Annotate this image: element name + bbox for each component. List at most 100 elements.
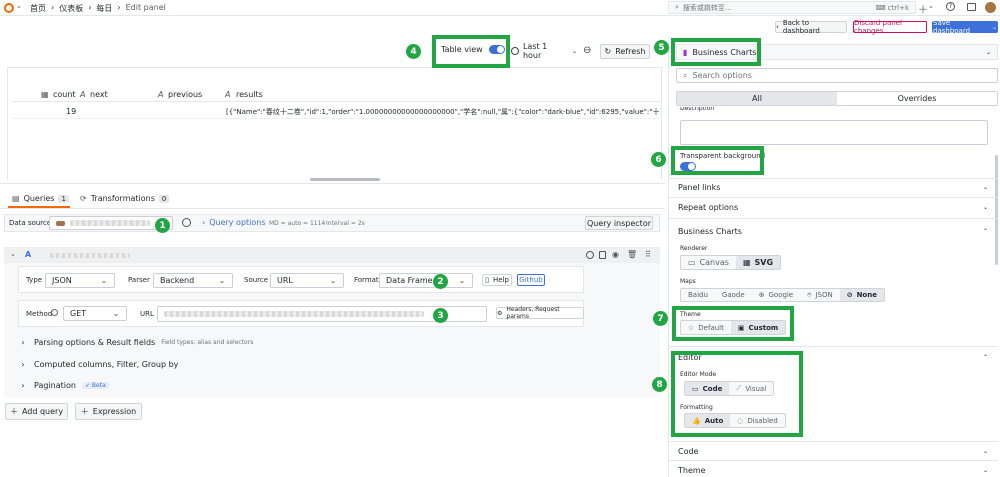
breadcrumb-separator: › — [51, 3, 55, 12]
query-inspector-button[interactable]: Query inspector — [585, 216, 653, 230]
editor-mode-label: Editor Mode — [680, 371, 717, 378]
maps-google-option[interactable]: ⊕ Google — [752, 289, 801, 301]
theme-section[interactable]: Theme ⌄ — [678, 466, 988, 475]
add-query-button[interactable]: ＋ Add query — [5, 403, 68, 420]
type-label: Type — [26, 276, 43, 284]
refresh-button[interactable]: ↻ Refresh — [600, 44, 650, 59]
breadcrumb-daily[interactable]: 每日 — [96, 3, 112, 14]
datasource-help-icon[interactable] — [182, 218, 191, 227]
pagination-row[interactable]: › Pagination ➶ Beta — [18, 377, 656, 393]
description-label: Description — [680, 107, 715, 112]
tab-overrides[interactable]: Overrides — [837, 92, 997, 105]
breadcrumb-dashboards[interactable]: 仪表板 — [59, 3, 83, 14]
help-button[interactable]: ▯ Help — [482, 274, 512, 286]
column-header-count[interactable]: count — [53, 90, 76, 99]
format-select[interactable]: Data Frame ⌄ — [379, 273, 473, 288]
formatting-disabled-option[interactable]: ◌ Disabled — [730, 414, 785, 427]
table-view-switch[interactable] — [488, 45, 505, 54]
user-avatar[interactable] — [985, 2, 996, 13]
table-view-toggle[interactable]: Table view — [441, 45, 505, 54]
maps-gaode-option[interactable]: Gaode — [715, 289, 752, 301]
business-charts-section[interactable]: Business Charts ⌃ — [678, 227, 988, 236]
tab-all[interactable]: All — [677, 92, 837, 105]
news-icon[interactable] — [967, 3, 976, 11]
collapse-chevron-icon[interactable]: ⌄ — [10, 250, 16, 258]
search-icon: ⌕ — [675, 3, 679, 11]
add-expression-button[interactable]: ＋ Expression — [75, 403, 142, 420]
headers-request-params-button[interactable]: ⚙ Headers, Request params — [496, 306, 584, 320]
repeat-options-section[interactable]: Repeat options ⌄ — [678, 203, 988, 212]
maps-json-option[interactable]: ⌾ JSON — [800, 289, 839, 301]
parsing-options-label: Parsing options & Result fields — [34, 337, 156, 347]
ban-icon: ⊘ — [846, 291, 853, 299]
zoom-out-icon[interactable]: ⊖ — [583, 45, 591, 56]
chevron-down-icon: ⌄ — [982, 467, 988, 474]
search-options-input[interactable]: ⌕ Search options — [676, 68, 998, 83]
duplicate-query-icon[interactable] — [599, 251, 606, 259]
query-options-label: Query options — [209, 218, 266, 227]
horizontal-scrollbar[interactable] — [310, 178, 380, 181]
editor-mode-code-option[interactable]: ▭ Code — [685, 382, 730, 395]
tab-transformations[interactable]: ⟳ Transformations 0 — [80, 194, 170, 203]
datasource-label: Data source — [9, 219, 52, 227]
query-ref-name[interactable]: A — [25, 250, 31, 259]
chevron-down-icon: ⌄ — [100, 276, 108, 285]
chevron-down-icon: ⌄ — [982, 204, 988, 211]
column-header-next[interactable]: next — [90, 90, 108, 99]
description-textarea[interactable] — [680, 120, 988, 145]
theme-custom-option[interactable]: ▣ Custom — [730, 321, 786, 334]
query-help-icon[interactable] — [586, 251, 594, 259]
drag-handle-icon[interactable]: ⠿ — [645, 250, 651, 259]
refresh-icon: ↻ — [604, 47, 612, 56]
type-select[interactable]: JSON ⌄ — [45, 273, 115, 288]
global-search-input[interactable]: ⌕ 搜索或跳转至... ⌨ ctrl+k — [668, 1, 916, 14]
annotation-badge-1: 1 — [155, 218, 170, 233]
breadcrumb-home[interactable]: 首页 — [30, 3, 46, 14]
column-header-previous[interactable]: previous — [168, 90, 202, 99]
query-options-toggle[interactable]: › Query options — [202, 218, 266, 227]
panel-links-section[interactable]: Panel links ⌄ — [678, 183, 988, 192]
formatting-auto-option[interactable]: 👍 Auto — [685, 414, 731, 427]
options-scrollbar[interactable] — [995, 155, 998, 265]
theme-default-option[interactable]: ☆ Default — [681, 321, 731, 334]
breadcrumb-separator: › — [117, 3, 121, 12]
renderer-canvas-option[interactable]: ▭ Canvas — [681, 256, 736, 269]
preview-resize-divider[interactable] — [0, 183, 665, 184]
discard-changes-button[interactable]: Discard panel changes — [853, 19, 927, 35]
back-to-dashboard-button[interactable]: ‹ Back to dashboard — [775, 19, 847, 35]
renderer-svg-option[interactable]: ▦ SVG — [735, 256, 781, 269]
github-button[interactable]: Github — [517, 274, 545, 286]
maps-none-option[interactable]: ⊘ None — [839, 289, 884, 301]
maps-baidu-option[interactable]: Baidu — [681, 289, 715, 301]
beta-label: Beta — [91, 381, 106, 389]
chevron-down-icon: ⌄ — [218, 276, 226, 285]
code-section[interactable]: Code ⌄ — [678, 447, 988, 456]
new-chevron-icon[interactable]: ⌄ — [928, 2, 934, 10]
save-dashboard-button[interactable]: Save dashboard ⌄ — [932, 19, 998, 35]
source-select[interactable]: URL ⌄ — [270, 273, 344, 288]
parsing-options-row[interactable]: › Parsing options & Result fields Field … — [18, 334, 656, 350]
rocket-icon: ➶ — [84, 381, 90, 389]
computed-columns-row[interactable]: › Computed columns, Filter, Group by — [18, 356, 656, 372]
method-select[interactable]: GET ⌄ — [63, 306, 127, 321]
time-range-picker[interactable]: Last 1 hour ⌄ — [511, 42, 577, 60]
table-row-divider — [12, 118, 660, 119]
transparent-background-switch[interactable] — [680, 162, 696, 171]
table-view-label: Table view — [441, 45, 483, 54]
editor-mode-visual-label: Visual — [745, 384, 767, 393]
annotation-badge-3: 3 — [433, 308, 448, 323]
editor-section[interactable]: Editor ⌃ — [678, 353, 988, 362]
editor-mode-visual-option[interactable]: ⟋ Visual — [729, 382, 773, 395]
viz-picker[interactable]: ▮ Business Charts ⌄ — [676, 44, 998, 60]
help-icon[interactable]: ? — [946, 2, 955, 11]
logo-chevron-icon[interactable]: ⌄ — [16, 2, 22, 10]
grafana-logo-icon[interactable] — [4, 3, 14, 13]
hide-query-eye-icon[interactable]: ◉ — [612, 250, 619, 259]
annotation-badge-8: 8 — [652, 377, 667, 392]
column-type-text-icon: A — [158, 90, 164, 99]
new-plus-icon[interactable]: ＋ — [918, 1, 928, 16]
delete-query-trash-icon[interactable]: 🗑 — [627, 250, 637, 259]
parser-select[interactable]: Backend ⌄ — [153, 273, 233, 288]
tab-queries[interactable]: ▤ Queries 1 — [12, 194, 69, 203]
column-header-results[interactable]: results — [236, 90, 263, 99]
